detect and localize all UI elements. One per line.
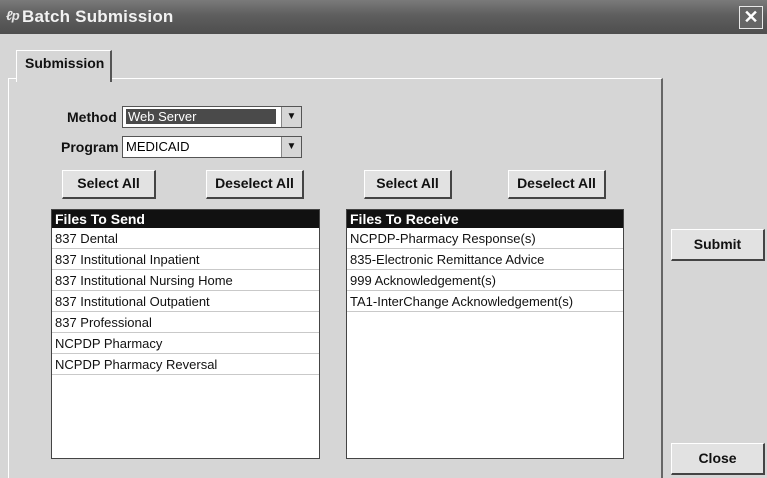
files-to-receive-header: Files To Receive [347,210,623,228]
list-item[interactable]: 999 Acknowledgement(s) [347,270,623,291]
list-item[interactable]: 837 Institutional Outpatient [52,291,319,312]
receive-select-all-button[interactable]: Select All [364,170,452,199]
files-to-receive-list[interactable]: Files To Receive NCPDP-Pharmacy Response… [346,209,624,459]
method-select[interactable]: Web Server ▼ [122,106,302,128]
list-item[interactable]: NCPDP-Pharmacy Response(s) [347,228,623,249]
list-item[interactable]: 835-Electronic Remittance Advice [347,249,623,270]
tab-bar: Submission [0,34,767,82]
close-icon[interactable]: ✕ [739,6,763,29]
list-item[interactable]: 837 Dental [52,228,319,249]
submit-button[interactable]: Submit [671,229,765,261]
chevron-down-icon[interactable]: ▼ [281,137,301,157]
close-button[interactable]: Close [671,443,765,475]
list-item[interactable]: NCPDP Pharmacy Reversal [52,354,319,375]
title-bar: ℓp Batch Submission ✕ [0,0,767,34]
receive-deselect-all-button[interactable]: Deselect All [508,170,606,199]
window-title: Batch Submission [22,7,174,26]
files-to-send-list[interactable]: Files To Send 837 Dental 837 Institution… [51,209,320,459]
list-item[interactable]: 837 Professional [52,312,319,333]
send-select-all-button[interactable]: Select All [62,170,156,199]
app-logo-icon: ℓp [6,8,20,23]
program-select[interactable]: MEDICAID ▼ [122,136,302,158]
method-label: Method [67,109,117,125]
program-label: Program [61,139,119,155]
files-to-send-header: Files To Send [52,210,319,228]
list-item[interactable]: TA1-InterChange Acknowledgement(s) [347,291,623,312]
list-item[interactable]: 837 Institutional Inpatient [52,249,319,270]
list-item[interactable]: 837 Institutional Nursing Home [52,270,319,291]
list-item[interactable]: NCPDP Pharmacy [52,333,319,354]
method-value: Web Server [126,109,276,124]
tab-submission[interactable]: Submission [16,50,112,82]
chevron-down-icon[interactable]: ▼ [281,107,301,127]
send-deselect-all-button[interactable]: Deselect All [206,170,304,199]
program-value: MEDICAID [126,139,190,154]
